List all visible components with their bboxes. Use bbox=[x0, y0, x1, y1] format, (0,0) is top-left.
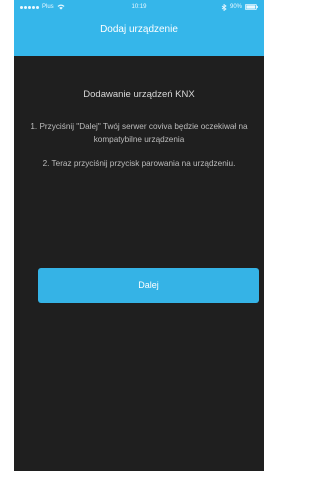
section-heading: Dodawanie urządzeń KNX bbox=[83, 89, 195, 100]
next-button[interactable]: Dalej bbox=[38, 268, 259, 303]
step-2-text: 2. Teraz przyciśnij przycisk parowania n… bbox=[42, 159, 236, 168]
step-1-text: 1. Przyciśnij "Dalej" Twój serwer coviva… bbox=[30, 122, 248, 144]
page-title: Dodaj urządzenie bbox=[100, 24, 178, 35]
status-right: 90% bbox=[221, 0, 258, 14]
battery-percent: 90% bbox=[229, 4, 242, 10]
status-bar: Plus 10:19 90% bbox=[14, 0, 264, 14]
bluetooth-icon bbox=[221, 3, 227, 11]
phone-screen: Plus 10:19 90% Dodaj urządzenie Dodawani… bbox=[14, 0, 264, 471]
screen: Plus 10:19 90% Dodaj urządzenie Dodawani… bbox=[0, 0, 278, 490]
top-bar: Plus 10:19 90% Dodaj urządzenie bbox=[14, 0, 264, 56]
battery-icon bbox=[245, 4, 258, 10]
instructions: Dodawanie urządzeń KNX 1. Przyciśnij "Da… bbox=[14, 88, 264, 171]
